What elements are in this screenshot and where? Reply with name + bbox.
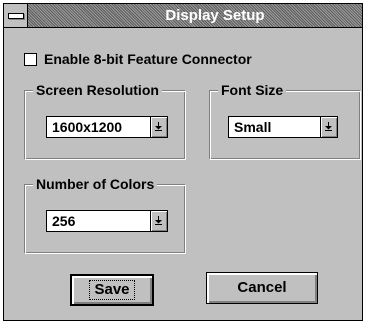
system-menu-icon[interactable] (4, 4, 28, 27)
arrow-glyph (155, 216, 162, 225)
feature-connector-checkbox-row[interactable]: Enable 8-bit Feature Connector (24, 50, 252, 68)
font-size-value: Small (234, 119, 272, 135)
dropdown-arrow-icon[interactable] (150, 117, 167, 137)
screen-resolution-value: 1600x1200 (52, 119, 123, 135)
number-of-colors-value: 256 (52, 213, 76, 229)
feature-connector-label: Enable 8-bit Feature Connector (44, 51, 252, 67)
dropdown-arrow-icon[interactable] (320, 117, 337, 137)
number-of-colors-label: Number of Colors (33, 175, 158, 193)
number-of-colors-dropdown[interactable]: 256 (46, 210, 168, 232)
display-setup-dialog: Display Setup Enable 8-bit Feature Conne… (3, 3, 363, 321)
font-size-label: Font Size (218, 81, 287, 99)
screen-resolution-label: Screen Resolution (33, 81, 162, 99)
feature-connector-checkbox[interactable] (24, 52, 37, 66)
save-button-label: Save (89, 280, 135, 300)
cancel-button[interactable]: Cancel (206, 272, 318, 304)
arrow-glyph (155, 122, 162, 131)
arrow-glyph (325, 122, 332, 131)
number-of-colors-group: Number of Colors 256 (24, 175, 186, 254)
title-bar[interactable]: Display Setup (4, 4, 362, 28)
dropdown-arrow-icon[interactable] (150, 211, 167, 231)
system-menu-bar (8, 13, 24, 19)
font-size-dropdown[interactable]: Small (228, 116, 338, 138)
save-button[interactable]: Save (70, 274, 154, 306)
screen-resolution-dropdown[interactable]: 1600x1200 (46, 116, 168, 138)
screen-resolution-group: Screen Resolution 1600x1200 (24, 81, 186, 160)
font-size-group: Font Size Small (209, 81, 361, 160)
window-title: Display Setup (165, 7, 265, 24)
cancel-button-label: Cancel (237, 279, 287, 296)
